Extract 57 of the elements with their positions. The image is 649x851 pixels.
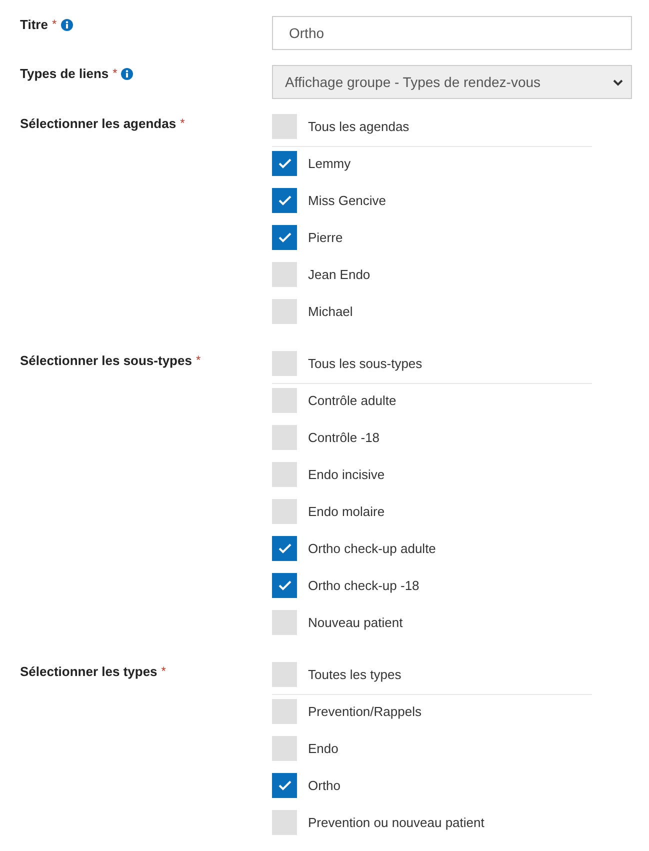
checkbox[interactable] <box>272 499 297 524</box>
field-label: Sélectionner les sous-types <box>20 353 192 368</box>
checkbox[interactable] <box>272 151 297 176</box>
checkbox[interactable] <box>272 610 297 635</box>
checkbox-option[interactable]: Toutes les types <box>272 662 632 687</box>
checkbox-option[interactable]: Endo <box>272 736 632 761</box>
required-mark: * <box>52 17 57 31</box>
checkbox[interactable] <box>272 773 297 798</box>
checkbox[interactable] <box>272 536 297 561</box>
checkbox[interactable] <box>272 114 297 139</box>
checkbox-option[interactable]: Nouveau patient <box>272 610 632 635</box>
checkbox-option[interactable]: Jean Endo <box>272 262 632 287</box>
checkbox[interactable] <box>272 810 297 835</box>
check-icon <box>278 780 292 791</box>
field-label: Types de liens <box>20 66 109 81</box>
checkbox[interactable] <box>272 573 297 598</box>
check-icon <box>278 232 292 243</box>
checkbox[interactable] <box>272 736 297 761</box>
check-icon <box>278 195 292 206</box>
checkbox-option[interactable]: Contrôle adulte <box>272 388 632 413</box>
checkbox[interactable] <box>272 662 297 687</box>
field-label: Sélectionner les types <box>20 664 158 679</box>
checkbox-option[interactable]: Prevention ou nouveau patient <box>272 810 632 835</box>
checkbox-option[interactable]: Ortho check-up adulte <box>272 536 632 561</box>
checkbox-option[interactable]: Tous les sous-types <box>272 351 632 376</box>
checkbox-option[interactable]: Prevention/Rappels <box>272 699 632 724</box>
field-label: Sélectionner les agendas <box>20 116 176 131</box>
checkbox[interactable] <box>272 351 297 376</box>
check-icon <box>278 543 292 554</box>
checkbox-option[interactable]: Contrôle -18 <box>272 425 632 450</box>
check-icon <box>278 158 292 169</box>
title-field[interactable]: Ortho <box>272 16 632 50</box>
required-mark: * <box>196 353 201 367</box>
dropdown[interactable]: Affichage groupe - Types de rendez-vous <box>272 65 632 99</box>
checkbox[interactable] <box>272 188 297 213</box>
field-label: Titre <box>20 17 48 32</box>
checkbox-option[interactable]: Ortho <box>272 773 632 798</box>
checkbox[interactable] <box>272 425 297 450</box>
checkbox-option[interactable]: Lemmy <box>272 151 632 176</box>
chevron-down-icon <box>613 78 623 86</box>
required-mark: * <box>180 116 185 130</box>
checkbox[interactable] <box>272 699 297 724</box>
required-mark: * <box>161 664 166 678</box>
checkbox-option[interactable]: Endo molaire <box>272 499 632 524</box>
checkbox[interactable] <box>272 225 297 250</box>
checkbox-option[interactable]: Endo incisive <box>272 462 632 487</box>
checkbox-option[interactable]: Ortho check-up -18 <box>272 573 632 598</box>
checkbox[interactable] <box>272 262 297 287</box>
checkbox[interactable] <box>272 388 297 413</box>
checkbox-option[interactable]: Michael <box>272 299 632 324</box>
checkbox-option[interactable]: Miss Gencive <box>272 188 632 213</box>
checkbox-option[interactable]: Tous les agendas <box>272 114 632 139</box>
checkbox-option[interactable]: Pierre <box>272 225 632 250</box>
checkbox[interactable] <box>272 299 297 324</box>
check-icon <box>278 580 292 591</box>
checkbox[interactable] <box>272 462 297 487</box>
required-mark: * <box>112 66 118 80</box>
